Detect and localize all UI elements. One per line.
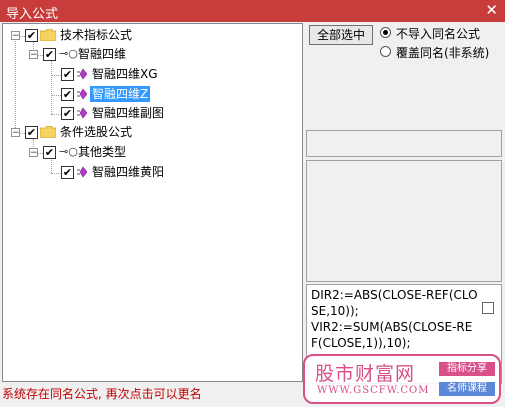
watermark-url: WWW.GSCFW.COM (317, 385, 430, 396)
key-icon: ⊸○ (59, 145, 78, 158)
description-box (306, 160, 502, 282)
node-label: 智融四维副图 (92, 106, 165, 120)
watermark-tag: 名师课程 (439, 382, 495, 396)
node-label: 条件选股公式 (60, 125, 133, 139)
formula-leaf-icon (77, 107, 87, 119)
node-checkbox[interactable]: ✔ (61, 166, 74, 179)
window-title: 导入公式 (6, 7, 59, 22)
folder-icon (40, 126, 56, 138)
collapse-toggle-icon[interactable]: − (11, 31, 20, 41)
key-icon: ⊸○ (59, 47, 78, 60)
node-label: 智融四维黄阳 (92, 165, 165, 179)
tree-node-zhirong-siwei[interactable]: − ✔ ⊸○ 智融四维 (3, 46, 153, 64)
node-checkbox[interactable]: ✔ (61, 88, 74, 101)
node-checkbox[interactable]: ✔ (25, 29, 38, 42)
folder-icon (40, 29, 56, 41)
tree-node-tech-formulas[interactable]: − ✔ 技术指标公式 (3, 27, 153, 45)
watermark-name: 股市财富网 (315, 363, 416, 385)
formula-text: DIR2:=ABS(CLOSE-REF(CLOSE,10)); VIR2:=SU… (311, 288, 478, 350)
collapse-toggle-icon[interactable]: − (29, 148, 38, 158)
watermark-logo: 股市财富网 WWW.GSCFW.COM 指标分享 名师课程 (303, 354, 501, 404)
name-display-box (306, 130, 502, 157)
node-label: 其他类型 (78, 145, 127, 159)
watermark-tag: 指标分享 (439, 362, 495, 376)
tree-node-zhirong-z[interactable]: ✔ 智融四维Z (3, 86, 203, 104)
radio-skip-duplicates[interactable] (380, 27, 391, 38)
node-checkbox[interactable]: ✔ (25, 126, 38, 139)
tree-node-other-types[interactable]: − ✔ ⊸○ 其他类型 (3, 144, 153, 162)
tree-node-zhirong-subchart[interactable]: ✔ 智融四维副图 (3, 105, 203, 123)
status-message: 系统存在同名公式, 再次点击可以更名 (2, 387, 202, 401)
node-label: 智融四维XG (92, 67, 158, 81)
formula-checkbox[interactable] (482, 302, 494, 314)
title-bar: 导入公式 ✕ (0, 0, 505, 22)
node-checkbox[interactable]: ✔ (43, 146, 56, 159)
formula-tree[interactable]: − ✔ 技术指标公式 − ✔ ⊸○ 智融四维 ✔ 智融四维XG ✔ 智融四维Z (2, 23, 303, 382)
formula-leaf-icon (77, 166, 87, 178)
select-all-button[interactable]: 全部选中 (309, 25, 373, 45)
node-checkbox[interactable]: ✔ (61, 107, 74, 120)
node-checkbox[interactable]: ✔ (61, 68, 74, 81)
tree-node-stock-selection[interactable]: − ✔ 条件选股公式 (3, 124, 153, 142)
node-label: 技术指标公式 (60, 28, 133, 42)
radio-overwrite-label: 覆盖同名(非系统) (396, 46, 490, 60)
node-label-selected: 智融四维Z (90, 86, 151, 102)
radio-overwrite-duplicates[interactable] (380, 46, 391, 57)
collapse-toggle-icon[interactable]: − (11, 128, 20, 138)
radio-skip-label: 不导入同名公式 (396, 27, 481, 41)
formula-leaf-icon (77, 88, 87, 100)
close-icon[interactable]: ✕ (485, 1, 498, 19)
node-label: 智融四维 (78, 47, 127, 61)
tree-node-zhirong-xg[interactable]: ✔ 智融四维XG (3, 66, 203, 84)
collapse-toggle-icon[interactable]: − (29, 50, 38, 60)
tree-node-zhirong-huangyang[interactable]: ✔ 智融四维黄阳 (3, 164, 203, 182)
node-checkbox[interactable]: ✔ (43, 48, 56, 61)
formula-leaf-icon (77, 68, 87, 80)
